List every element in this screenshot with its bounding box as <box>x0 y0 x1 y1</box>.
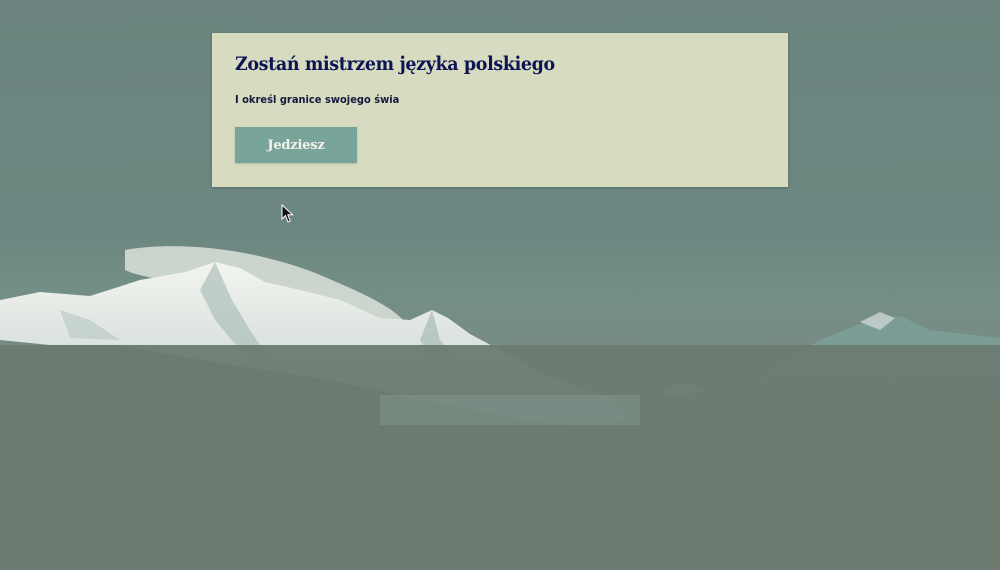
card-title: Zostań mistrzem języka polskiego <box>235 53 555 75</box>
mouse-pointer-icon <box>281 203 295 224</box>
promo-card: Zostań mistrzem języka polskiego I okreś… <box>212 33 788 187</box>
card-subtitle: I określ granice swojego świa <box>235 93 400 106</box>
start-button[interactable]: Jedziesz <box>235 127 357 163</box>
